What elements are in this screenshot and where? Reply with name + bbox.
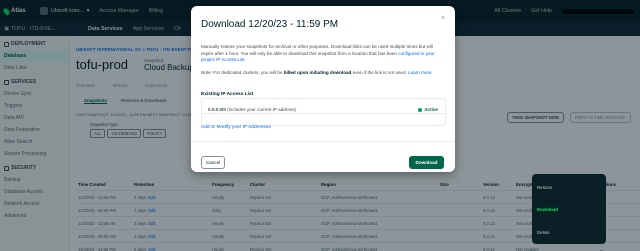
ip-note: (includes your current IP address): [227, 106, 297, 112]
modal-title: Download 12/20/23 - 11:59 PM: [201, 19, 339, 30]
ip-access-list: 0.0.0.0/0 (includes your current IP addr…: [201, 98, 446, 126]
ip-list-title: Existing IP Access List: [201, 92, 254, 97]
ip-list-row: 0.0.0.0/0 (includes your current IP addr…: [202, 105, 445, 114]
download-button[interactable]: Download: [409, 156, 444, 169]
menu-item-restore[interactable]: Restore: [537, 185, 552, 190]
status-badge: Active: [418, 107, 438, 112]
modal-billing-note: Note: For dedicated clusters, you will b…: [201, 70, 432, 75]
ip-entry: 0.0.0.0/0: [208, 106, 226, 112]
active-dot-icon: [418, 107, 423, 112]
close-icon[interactable]: ×: [441, 15, 445, 22]
learn-more-link[interactable]: Learn more: [408, 70, 432, 75]
menu-item-delete[interactable]: Delete: [537, 230, 550, 235]
snapshot-actions-menu: Restore Download Delete: [532, 174, 606, 244]
modal-divider: [191, 141, 455, 142]
menu-item-download[interactable]: Download: [537, 207, 558, 212]
download-modal: × Download 12/20/23 - 11:59 PM Manually …: [191, 6, 455, 172]
add-ip-link[interactable]: Add or Modify your IP Addresses: [201, 125, 271, 130]
cancel-button[interactable]: Cancel: [201, 156, 225, 169]
modal-description: Manually restore your snapshots for arch…: [201, 44, 435, 62]
